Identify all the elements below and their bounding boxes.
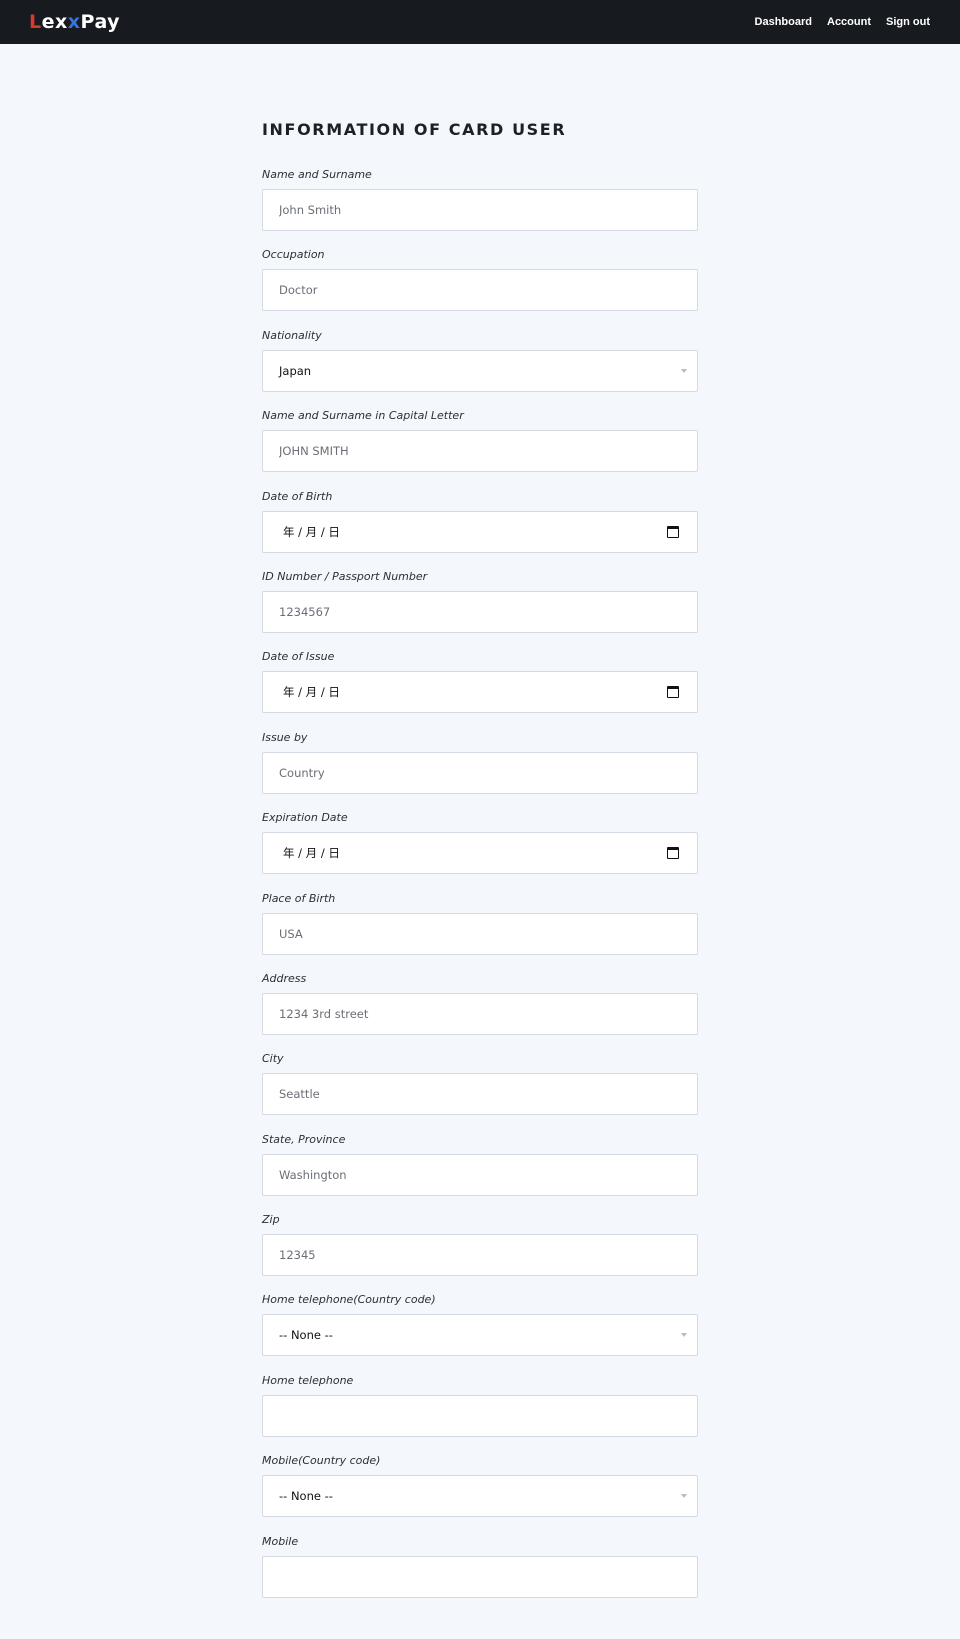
- field-city: City: [262, 1051, 698, 1131]
- issue-by-input[interactable]: [263, 752, 697, 793]
- nav-dashboard-link[interactable]: Dashboard: [755, 16, 812, 28]
- field-expiration-date: Expiration Date 年 / 月 / 日: [262, 810, 698, 890]
- expiration-date-input[interactable]: 年 / 月 / 日: [262, 832, 698, 875]
- home-phone-box: [262, 1394, 698, 1437]
- field-label: City: [262, 1052, 284, 1066]
- field-date-of-birth: Date of Birth 年 / 月 / 日: [262, 489, 698, 569]
- field-mobile: Mobile: [262, 1534, 698, 1614]
- mobile-input[interactable]: [263, 1556, 697, 1597]
- field-label: ID Number / Passport Number: [262, 569, 428, 583]
- field-label: Mobile: [262, 1534, 299, 1548]
- zip-input[interactable]: [263, 1235, 697, 1276]
- home-phone-country-code-value: -- None --: [279, 1328, 333, 1343]
- field-label: Place of Birth: [262, 891, 336, 905]
- date-of-birth-value: 年 / 月 / 日: [283, 524, 340, 539]
- field-label: Address: [262, 971, 307, 985]
- field-date-of-issue: Date of Issue 年 / 月 / 日: [262, 649, 698, 729]
- field-label: Mobile(Country code): [262, 1454, 381, 1468]
- nav-sign-out-link[interactable]: Sign out: [886, 16, 930, 28]
- field-issue-by: Issue by: [262, 730, 698, 810]
- field-label: Issue by: [262, 730, 308, 744]
- field-home-phone-country-code: Home telephone(Country code) -- None --: [262, 1292, 698, 1372]
- city-input[interactable]: [263, 1074, 697, 1115]
- field-label: Expiration Date: [262, 811, 348, 825]
- date-of-issue-value: 年 / 月 / 日: [283, 685, 340, 700]
- id-number-input[interactable]: [263, 591, 697, 632]
- field-label: Occupation: [262, 248, 325, 262]
- field-occupation: Occupation: [262, 247, 698, 327]
- logo-part: ex: [41, 11, 68, 33]
- city-box: [262, 1073, 698, 1116]
- id-number-box: [262, 590, 698, 633]
- field-label: Date of Birth: [262, 489, 333, 503]
- field-home-phone: Home telephone: [262, 1373, 698, 1453]
- nationality-selected-value: Japan: [279, 363, 312, 378]
- calendar-icon[interactable]: [667, 847, 679, 860]
- nationality-select[interactable]: Japan: [262, 349, 698, 392]
- field-label: Home telephone(Country code): [262, 1293, 436, 1307]
- name-capital-input[interactable]: [263, 431, 697, 472]
- address-box: [262, 992, 698, 1035]
- field-label: Nationality: [262, 328, 322, 342]
- home-phone-country-code-select[interactable]: -- None --: [262, 1314, 698, 1357]
- field-id-number: ID Number / Passport Number: [262, 569, 698, 649]
- field-label: Name and Surname in Capital Letter: [262, 409, 464, 423]
- date-of-birth-input[interactable]: 年 / 月 / 日: [262, 510, 698, 553]
- field-name-capital: Name and Surname in Capital Letter: [262, 408, 698, 488]
- field-label: Home telephone: [262, 1373, 354, 1387]
- address-input[interactable]: [263, 993, 697, 1034]
- occupation-box: [262, 269, 698, 312]
- mobile-country-code-select[interactable]: -- None --: [262, 1475, 698, 1518]
- name-surname-input[interactable]: [263, 190, 697, 230]
- calendar-icon[interactable]: [667, 686, 679, 699]
- state-province-input[interactable]: [263, 1154, 697, 1195]
- field-nationality: Nationality Japan: [262, 328, 698, 408]
- field-state-province: State, Province: [262, 1132, 698, 1212]
- field-name-surname: Name and Surname: [262, 167, 698, 247]
- logo-part: Pay: [80, 11, 121, 33]
- card-user-form: INFORMATION OF CARD USER Name and Surnam…: [262, 118, 698, 1614]
- calendar-icon[interactable]: [667, 525, 679, 538]
- issue-by-box: [262, 751, 698, 794]
- logo-part: x: [67, 11, 81, 33]
- chevron-down-icon: [681, 1494, 687, 1499]
- field-place-of-birth: Place of Birth: [262, 891, 698, 971]
- place-of-birth-input[interactable]: [263, 913, 697, 954]
- state-province-box: [262, 1153, 698, 1196]
- nav-account-link[interactable]: Account: [827, 16, 871, 28]
- field-zip: Zip: [262, 1212, 698, 1292]
- lexxpay-logo[interactable]: LexxPay: [29, 10, 120, 34]
- occupation-input[interactable]: [263, 270, 697, 311]
- mobile-country-code-value: -- None --: [279, 1489, 333, 1504]
- field-mobile-country-code: Mobile(Country code) -- None --: [262, 1453, 698, 1533]
- mobile-box: [262, 1555, 698, 1598]
- date-of-issue-input[interactable]: 年 / 月 / 日: [262, 671, 698, 714]
- field-label: State, Province: [262, 1132, 346, 1146]
- chevron-down-icon: [681, 368, 687, 373]
- nav-links: Dashboard Account Sign out: [755, 0, 930, 44]
- logo-part: L: [29, 11, 42, 33]
- home-phone-input[interactable]: [263, 1395, 697, 1436]
- name-surname-box: [262, 189, 698, 231]
- field-address: Address: [262, 971, 698, 1051]
- chevron-down-icon: [681, 1333, 687, 1338]
- form-title: INFORMATION OF CARD USER: [262, 120, 567, 139]
- zip-box: [262, 1234, 698, 1277]
- name-capital-box: [262, 430, 698, 473]
- field-label: Name and Surname: [262, 168, 372, 181]
- field-label: Date of Issue: [262, 650, 335, 664]
- field-label: Zip: [262, 1213, 280, 1227]
- top-navbar: LexxPay Dashboard Account Sign out: [0, 0, 960, 44]
- place-of-birth-box: [262, 912, 698, 955]
- expiration-date-value: 年 / 月 / 日: [283, 846, 340, 861]
